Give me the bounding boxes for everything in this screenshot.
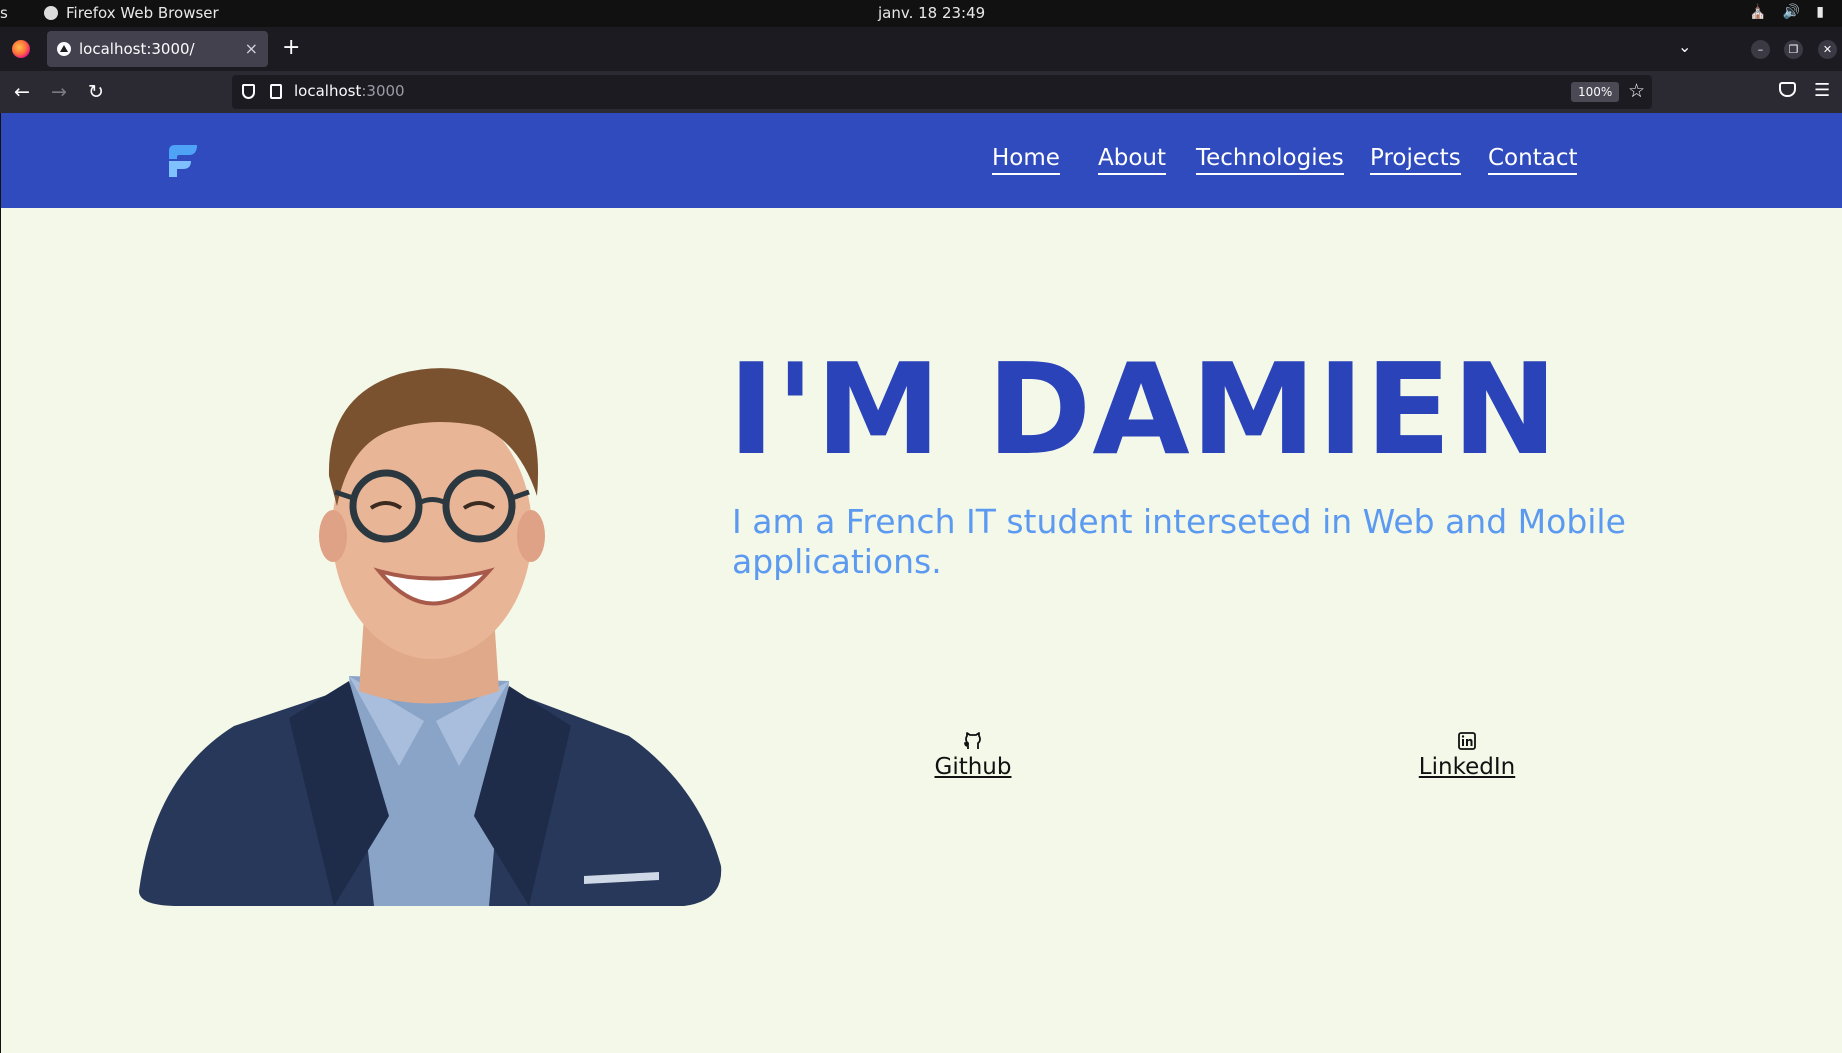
tab-close-icon[interactable]: × — [245, 39, 258, 58]
hamburger-menu-icon[interactable]: ☰ — [1814, 80, 1830, 101]
firefox-view-icon[interactable] — [12, 40, 30, 58]
restore-icon[interactable]: ❐ — [1784, 40, 1803, 59]
github-icon[interactable] — [963, 731, 983, 751]
tab-localhost[interactable]: localhost:3000/ × — [47, 31, 268, 67]
pocket-icon[interactable] — [1779, 82, 1796, 97]
minimize-icon[interactable]: – — [1751, 40, 1770, 59]
bookmark-star-icon[interactable]: ☆ — [1628, 80, 1645, 102]
close-window-icon[interactable]: ✕ — [1818, 40, 1837, 59]
reload-icon[interactable]: ↻ — [88, 81, 104, 103]
clock[interactable]: janv. 18 23:49 — [878, 4, 985, 22]
hero-title: I'M DAMIEN — [728, 336, 1559, 483]
linkedin-link[interactable]: LinkedIn — [1419, 754, 1515, 780]
favicon-icon — [57, 42, 71, 56]
system-tray[interactable]: ⛪ 🔊 ▮ — [1749, 4, 1824, 20]
linkedin-icon[interactable] — [1457, 731, 1477, 751]
page-content: Home About Technologies Projects Contact — [0, 113, 1842, 1053]
new-tab-button[interactable]: + — [282, 35, 300, 61]
list-all-tabs-icon[interactable]: ⌄ — [1678, 37, 1691, 56]
url-port: :3000 — [361, 82, 405, 100]
app-menu[interactable]: Firefox Web Browser — [44, 4, 219, 22]
nav-link-contact[interactable]: Contact — [1488, 143, 1578, 175]
nav-link-technologies[interactable]: Technologies — [1196, 143, 1344, 175]
os-top-bar: s Firefox Web Browser janv. 18 23:49 ⛪ 🔊… — [0, 0, 1842, 27]
hero-subtitle: I am a French IT student interseted in W… — [732, 502, 1626, 581]
page-info-icon[interactable] — [270, 84, 282, 99]
nav-link-home[interactable]: Home — [992, 143, 1060, 175]
profile-photo — [139, 368, 722, 906]
github-link[interactable]: Github — [935, 754, 1012, 780]
nav-link-about[interactable]: About — [1098, 143, 1167, 175]
network-icon: ⛪ — [1749, 4, 1767, 20]
volume-icon: 🔊 — [1782, 4, 1801, 20]
back-icon[interactable]: ← — [14, 81, 30, 103]
forward-icon[interactable]: → — [51, 81, 67, 103]
url-bar[interactable]: localhost:3000 100% ☆ — [232, 75, 1652, 109]
url-host: localhost — [294, 82, 362, 100]
nav-link-projects[interactable]: Projects — [1370, 143, 1461, 175]
tab-title: localhost:3000/ — [79, 40, 195, 58]
site-logo-icon[interactable] — [167, 143, 199, 179]
activities-label[interactable]: s — [0, 4, 8, 22]
zoom-level-button[interactable]: 100% — [1571, 82, 1620, 102]
firefox-small-icon — [44, 6, 58, 20]
linkedin-link-block: LinkedIn — [1412, 731, 1522, 780]
app-name: Firefox Web Browser — [66, 4, 219, 22]
tracking-protection-icon[interactable] — [242, 84, 255, 99]
github-link-block: Github — [921, 731, 1025, 780]
site-header: Home About Technologies Projects Contact — [1, 113, 1842, 208]
tab-bar: localhost:3000/ × + ⌄ – ❐ ✕ — [0, 27, 1842, 71]
navigation-toolbar: ← → ↻ localhost:3000 100% ☆ — [0, 71, 1842, 113]
url-text[interactable]: localhost:3000 — [294, 82, 405, 100]
battery-icon: ▮ — [1816, 4, 1824, 20]
